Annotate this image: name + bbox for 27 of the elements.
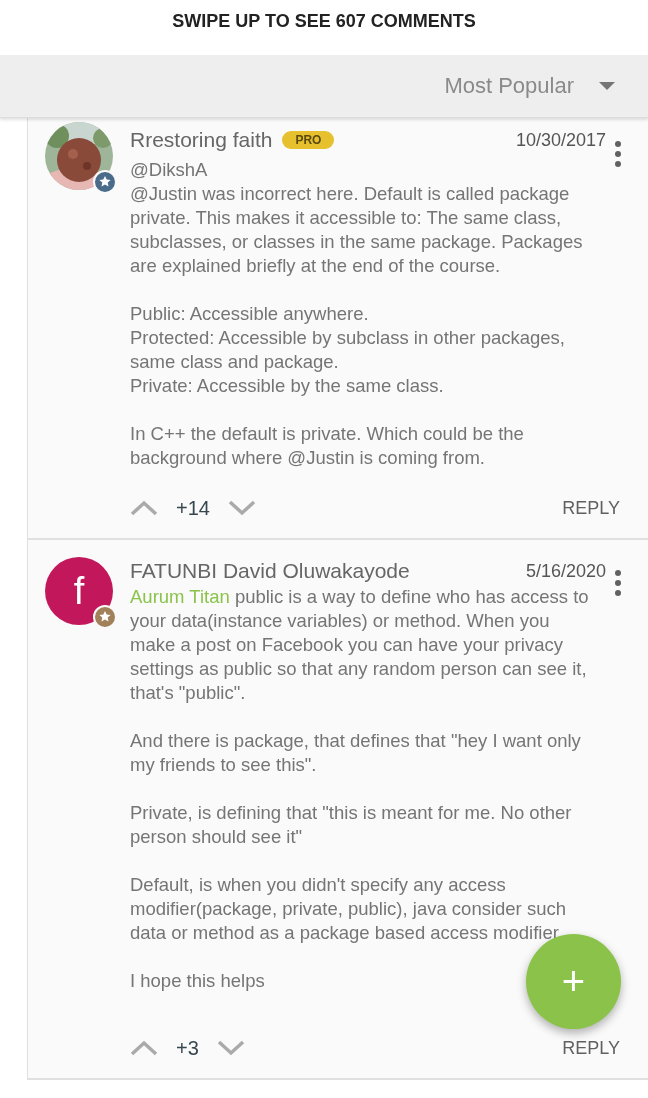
comment-text: @Justin was incorrect here. Default is called package private. This makes it accessible to: The same class, subclasses, or classes in the same package. Packages are explained briefly at the end of the course. [130, 182, 584, 278]
comment-text: In C++ the default is private. Which could be the background where @Justin is coming from. [130, 422, 525, 470]
comment-text: Public: Accessible anywhere. Protected: Accessible by subclass in other packages, same class and package. Private: Accessible by the same class. [130, 302, 566, 398]
avatar[interactable]: f [45, 557, 113, 625]
vote-count: +3 [176, 1036, 199, 1060]
upvote-icon[interactable] [130, 500, 158, 516]
comment-date: 5/16/2020 [525, 560, 606, 582]
reply-button[interactable]: REPLY [562, 497, 620, 519]
pro-badge: PRO [282, 131, 335, 149]
vote-count: +14 [176, 496, 210, 520]
more-options-icon[interactable] [614, 569, 622, 597]
user-name[interactable]: Rrestoring faith [130, 128, 273, 152]
comments-banner[interactable]: SWIPE UP TO SEE 607 COMMENTS [172, 11, 476, 32]
reply-button[interactable]: REPLY [562, 1037, 620, 1059]
more-options-icon[interactable] [614, 140, 622, 168]
comment-text: And there is package, that defines that "hey I want only my friends to see this". [130, 729, 582, 777]
user-name[interactable]: FATUNBI David Oluwakayode [130, 559, 410, 583]
sort-dropdown[interactable]: Most Popular [444, 73, 648, 99]
dropdown-caret-icon [598, 81, 616, 91]
comment-text: Aurum Titan public is a way to define who has access to your data(instance variables) or method. When you make a post on Facebook you can have your privacy settings as public so that any random person can see it, that's "public". [130, 585, 590, 705]
comment-date: 10/30/2017 [515, 129, 606, 151]
user-handle: @DikshA [130, 158, 208, 182]
upvote-icon[interactable] [130, 1040, 158, 1056]
comment-text: I hope this helps [130, 969, 265, 993]
comment-text: Private, is defining that "this is meant for me. No other person should see it" [130, 801, 573, 849]
downvote-icon[interactable] [216, 1040, 245, 1056]
downvote-icon[interactable] [227, 500, 256, 516]
